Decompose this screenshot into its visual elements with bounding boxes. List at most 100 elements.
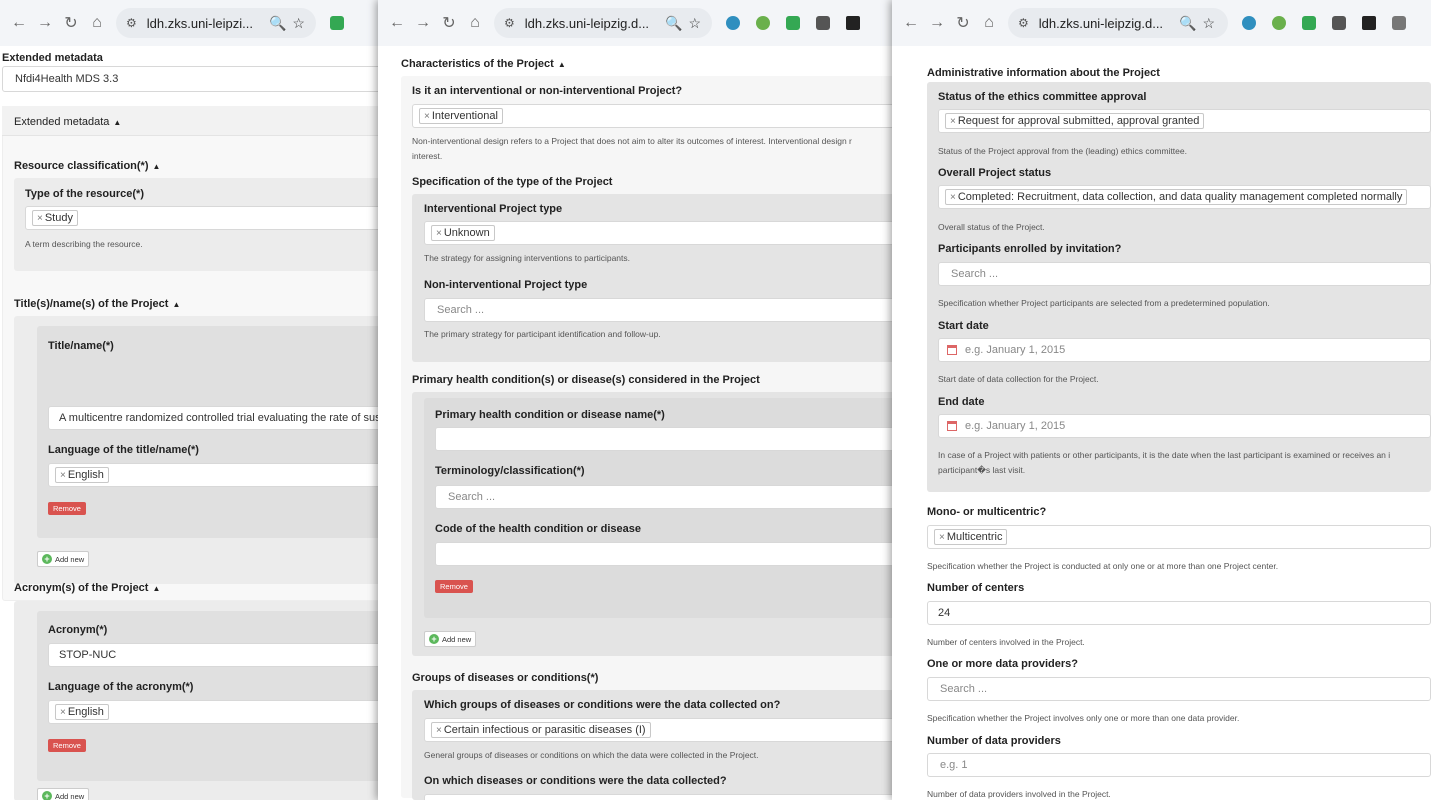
field-label: Status of the ethics committee approval	[938, 91, 1147, 103]
tag[interactable]: × Study	[32, 210, 78, 226]
field-label: Code of the health condition or disease	[435, 523, 641, 535]
puzzle-icon[interactable]	[1392, 16, 1406, 30]
language-select[interactable]: × English	[48, 700, 400, 724]
extension-icon[interactable]	[1332, 16, 1346, 30]
remove-tag-icon[interactable]: ×	[939, 532, 945, 543]
reload-icon[interactable]: ↻	[950, 13, 976, 33]
mono-multi-select[interactable]: × Multicentric	[927, 525, 1431, 549]
field-label: Participants enrolled by invitation?	[938, 243, 1122, 255]
address-bar[interactable]: ⚙ ldh.zks.uni-leipzi... 🔍 ☆	[116, 8, 316, 38]
acronym-input[interactable]: STOP-NUC	[48, 643, 400, 667]
section-title[interactable]: Resource classification(*) ▲	[14, 160, 160, 172]
interventional-select[interactable]: × Interventional	[412, 104, 918, 128]
star-icon[interactable]: ☆	[688, 15, 701, 32]
remove-tag-icon[interactable]: ×	[950, 192, 956, 203]
zoom-icon[interactable]: 🔍	[269, 15, 286, 32]
tune-icon[interactable]: ⚙	[504, 16, 515, 30]
back-icon[interactable]: ←	[384, 14, 410, 32]
condition-name-input[interactable]	[435, 427, 918, 451]
tag[interactable]: × Multicentric	[934, 529, 1008, 545]
zoom-icon[interactable]: 🔍	[665, 15, 682, 32]
extension-icon[interactable]	[1272, 16, 1286, 30]
url-text: ldh.zks.uni-leipzi...	[146, 15, 253, 31]
extension-icon[interactable]	[756, 16, 770, 30]
plus-icon: +	[42, 554, 52, 564]
tag[interactable]: × Completed: Recruitment, data collection…	[945, 189, 1408, 205]
add-new-button[interactable]: + Add new	[37, 551, 90, 567]
extension-icon[interactable]	[816, 16, 830, 30]
tune-icon[interactable]: ⚙	[126, 16, 137, 30]
groups-select[interactable]: × Certain infectious or parasitic disease…	[424, 718, 918, 742]
centers-input[interactable]: 24	[927, 601, 1431, 625]
remove-tag-icon[interactable]: ×	[436, 725, 442, 736]
section-title[interactable]: Acronym(s) of the Project ▲	[14, 582, 160, 594]
calendar-icon[interactable]	[947, 421, 957, 431]
field-label: Language of the acronym(*)	[48, 681, 194, 693]
star-icon[interactable]: ☆	[1202, 15, 1215, 32]
forward-icon[interactable]: →	[32, 14, 58, 32]
add-new-button[interactable]: + Add new	[37, 788, 90, 800]
section-title[interactable]: Extended metadata ▲	[14, 116, 121, 128]
remove-tag-icon[interactable]: ×	[60, 470, 66, 481]
remove-tag-icon[interactable]: ×	[60, 707, 66, 718]
back-icon[interactable]: ←	[898, 14, 924, 32]
forward-icon[interactable]: →	[924, 14, 950, 32]
title-input[interactable]: A multicentre randomized controlled tria…	[48, 406, 400, 430]
field-label: Is it an interventional or non-intervent…	[412, 85, 683, 97]
remove-tag-icon[interactable]: ×	[950, 116, 956, 127]
section-title[interactable]: Characteristics of the Project ▲	[401, 58, 566, 70]
home-icon[interactable]: ⌂	[84, 14, 110, 32]
extension-icon[interactable]	[1362, 16, 1376, 30]
ethics-select[interactable]: × Request for approval submitted, approva…	[938, 109, 1431, 133]
forward-icon[interactable]: →	[410, 14, 436, 32]
remove-button[interactable]: Remove	[48, 502, 86, 515]
field-label: Type of the resource(*)	[25, 188, 144, 200]
tag[interactable]: × English	[55, 467, 109, 483]
reload-icon[interactable]: ↻	[436, 13, 462, 33]
extension-icon[interactable]	[1302, 16, 1316, 30]
extension-icon[interactable]	[330, 16, 344, 30]
zoom-icon[interactable]: 🔍	[1179, 15, 1196, 32]
remove-button[interactable]: Remove	[48, 739, 86, 752]
back-icon[interactable]: ←	[6, 14, 32, 32]
field-label: On which diseases or conditions were the…	[424, 775, 727, 787]
address-bar[interactable]: ⚙ ldh.zks.uni-leipzig.d... 🔍 ☆	[1008, 8, 1228, 38]
remove-tag-icon[interactable]: ×	[424, 111, 430, 122]
browser-window-1: ← → ↻ ⌂ ⚙ ldh.zks.uni-leipzi... 🔍 ☆ Exte…	[0, 0, 400, 800]
add-new-button[interactable]: + Add new	[424, 631, 477, 647]
remove-button[interactable]: Remove	[435, 580, 473, 593]
remove-tag-icon[interactable]: ×	[436, 228, 442, 239]
language-select[interactable]: × English	[48, 463, 400, 487]
remove-tag-icon[interactable]: ×	[37, 213, 43, 224]
terminology-select[interactable]: Search ...	[435, 485, 918, 509]
providers-select[interactable]: Search ...	[927, 677, 1431, 701]
tag[interactable]: × Interventional	[419, 108, 503, 124]
condition-code-input[interactable]	[435, 542, 918, 566]
extension-icon[interactable]	[786, 16, 800, 30]
type-select[interactable]: × Study	[25, 206, 400, 230]
calendar-icon[interactable]	[947, 345, 957, 355]
end-date-input[interactable]: e.g. January 1, 2015	[938, 414, 1431, 438]
address-bar[interactable]: ⚙ ldh.zks.uni-leipzig.d... 🔍 ☆	[494, 8, 712, 38]
star-icon[interactable]: ☆	[292, 15, 305, 32]
home-icon[interactable]: ⌂	[976, 14, 1002, 32]
tune-icon[interactable]: ⚙	[1018, 16, 1029, 30]
overall-status-select[interactable]: × Completed: Recruitment, data collection…	[938, 185, 1431, 209]
extension-icon[interactable]	[1242, 16, 1256, 30]
non-interventional-type-select[interactable]: Search ...	[424, 298, 918, 322]
extended-metadata-select[interactable]: Nfdi4Health MDS 3.3	[2, 66, 400, 92]
tag[interactable]: × Request for approval submitted, approva…	[945, 113, 1205, 129]
tag[interactable]: × Unknown	[431, 225, 495, 241]
extension-icon[interactable]	[726, 16, 740, 30]
interventional-type-select[interactable]: × Unknown	[424, 221, 918, 245]
invitation-select[interactable]: Search ...	[938, 262, 1431, 286]
tag[interactable]: × English	[55, 704, 109, 720]
home-icon[interactable]: ⌂	[462, 14, 488, 32]
section-title[interactable]: Title(s)/name(s) of the Project ▲	[14, 298, 180, 310]
reload-icon[interactable]: ↻	[58, 13, 84, 33]
start-date-input[interactable]: e.g. January 1, 2015	[938, 338, 1431, 362]
conditions-select[interactable]	[424, 794, 918, 800]
tag[interactable]: × Certain infectious or parasitic disease…	[431, 722, 651, 738]
num-providers-input[interactable]: e.g. 1	[927, 753, 1431, 777]
extension-icon[interactable]	[846, 16, 860, 30]
